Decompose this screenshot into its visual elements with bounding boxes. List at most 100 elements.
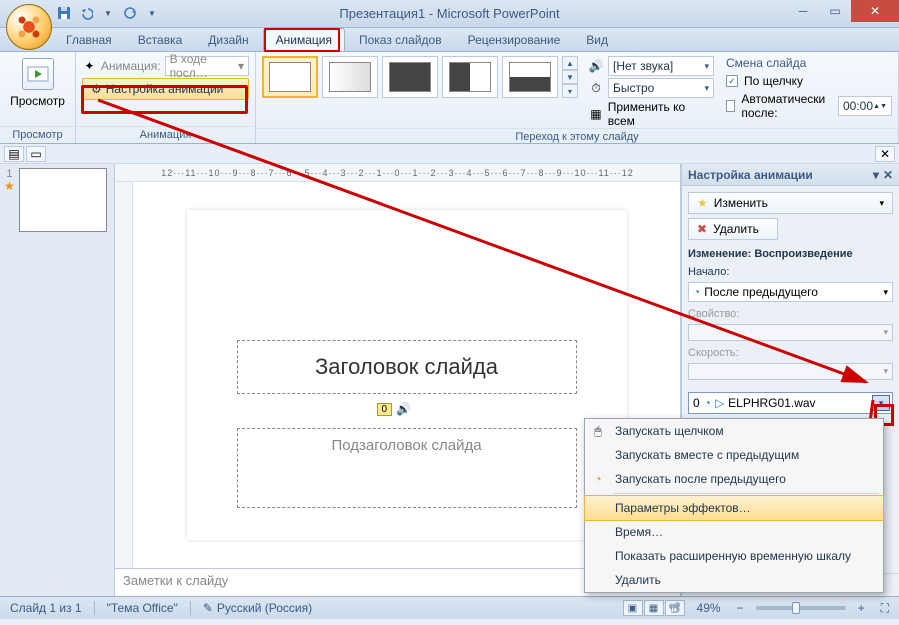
apply-all-button[interactable]: ▦Применить ко всем <box>588 100 714 128</box>
advance-header: Смена слайда <box>726 56 892 70</box>
status-language[interactable]: ✎Русский (Россия) <box>199 601 316 615</box>
normal-view[interactable]: ▣ <box>623 600 643 616</box>
onclick-checkbox[interactable]: ✓ <box>726 75 738 87</box>
subtitle-placeholder[interactable]: Подзаголовок слайда <box>237 428 577 508</box>
menu-separator <box>613 493 879 494</box>
zoom-slider[interactable] <box>756 606 846 610</box>
speed-label: Скорость: <box>688 347 893 359</box>
media-order: 0 <box>377 403 393 416</box>
effect-list-item[interactable]: 0 ◔ ▷ ELPHRG01.wav ▾ <box>688 392 893 414</box>
start-dropdown[interactable]: ◔После предыдущего▾ <box>688 282 893 302</box>
slides-panel: 1★ <box>0 164 115 596</box>
gallery-more[interactable]: ▾ <box>562 84 578 98</box>
fit-window[interactable]: ⛶ <box>877 601 893 616</box>
qat-customize-icon[interactable]: ▼ <box>143 4 161 22</box>
maximize-button[interactable]: ▭ <box>819 0 851 22</box>
animation-pane: Настройка анимации ▾✕ ★Изменить ▾ ✖Удали… <box>681 164 899 596</box>
animation-dropdown[interactable]: В ходе посл…▾ <box>165 56 249 76</box>
tab-design[interactable]: Дизайн <box>196 29 260 51</box>
menu-start-onclick[interactable]: 🖱Запускать щелчком <box>585 419 883 443</box>
gallery-down[interactable]: ▼ <box>562 70 578 84</box>
status-bar: Слайд 1 из 1 "Тема Office" ✎Русский (Рос… <box>0 596 899 619</box>
animation-indicator-icon: ★ <box>4 180 15 192</box>
transition-none[interactable] <box>262 56 318 98</box>
office-button[interactable] <box>6 4 52 50</box>
clock-icon: ◔ <box>693 285 700 299</box>
save-icon[interactable] <box>55 4 73 22</box>
tab-review[interactable]: Рецензирование <box>456 29 573 51</box>
delete-icon: ✖ <box>697 222 707 236</box>
menu-show-timeline[interactable]: Показать расширенную временную шкалу <box>585 544 883 568</box>
custom-animation-label: Настройка анимации <box>106 82 224 96</box>
animation-pane-body: ★Изменить ▾ ✖Удалить Изменение: Воспроиз… <box>682 186 899 573</box>
thumbnails-tab[interactable]: ▭ <box>26 146 46 162</box>
media-indicator: 0 🔊 <box>377 402 412 416</box>
apply-all-icon: ▦ <box>588 106 604 122</box>
gear-icon: ⚙ <box>91 82 102 96</box>
transition-options: 🔊[Нет звука]▾ ⏱Быстро▾ ▦Применить ко все… <box>588 56 714 128</box>
ribbon-group-animation: ✦ Анимация: В ходе посл…▾ ⚙ Настройка ан… <box>76 52 256 143</box>
tab-animation[interactable]: Анимация <box>263 28 345 51</box>
tab-slideshow[interactable]: Показ слайдов <box>347 29 454 51</box>
pane-close-icon[interactable]: ✕ <box>883 168 893 182</box>
speaker-icon: 🔊 <box>396 402 411 416</box>
status-theme: "Тема Office" <box>103 601 182 615</box>
undo-icon[interactable] <box>77 4 95 22</box>
speed-icon: ⏱ <box>588 80 604 96</box>
transition-split[interactable] <box>502 56 558 98</box>
transition-cut[interactable] <box>382 56 438 98</box>
custom-animation-button[interactable]: ⚙ Настройка анимации <box>82 78 249 100</box>
workspace: 1★ 12···11···10···9···8···7···6···5···4·… <box>0 164 899 596</box>
animation-pane-header: Настройка анимации ▾✕ <box>682 164 899 186</box>
menu-start-after[interactable]: ◔Запускать после предыдущего <box>585 467 883 491</box>
property-label: Свойство: <box>688 308 893 320</box>
menu-effect-options[interactable]: Параметры эффектов… <box>584 495 884 521</box>
pane-dropdown-icon[interactable]: ▾ <box>873 168 879 182</box>
minimize-button[interactable]: ─ <box>787 0 819 22</box>
qat-dropdown-icon[interactable]: ▼ <box>99 4 117 22</box>
auto-time-input[interactable]: 00:00▲▼ <box>838 96 892 116</box>
zoom-level[interactable]: 49% <box>693 601 725 615</box>
auto-label: Автоматически после: <box>741 92 832 120</box>
tab-view[interactable]: Вид <box>574 29 620 51</box>
status-slide: Слайд 1 из 1 <box>6 601 86 615</box>
star-icon: ★ <box>697 196 708 210</box>
sound-dropdown[interactable]: [Нет звука]▾ <box>608 56 714 76</box>
preview-button[interactable]: Просмотр <box>6 56 69 110</box>
effect-summary: Изменение: Воспроизведение <box>688 248 893 260</box>
ruler-horizontal: 12···11···10···9···8···7···6···5···4···3… <box>115 164 680 182</box>
tab-insert[interactable]: Вставка <box>126 29 195 51</box>
group-label-animation: Анимация <box>76 126 255 143</box>
preview-icon <box>22 58 54 90</box>
delete-effect-button[interactable]: ✖Удалить <box>688 218 778 240</box>
slide-canvas: Заголовок слайда 0 🔊 Подзаголовок слайда <box>187 210 627 540</box>
menu-start-with[interactable]: Запускать вместе с предыдущим <box>585 443 883 467</box>
zoom-out[interactable]: − <box>733 601 748 615</box>
group-label-preview: Просмотр <box>0 126 75 143</box>
menu-delete[interactable]: Удалить <box>585 568 883 592</box>
effect-name: ELPHRG01.wav <box>728 396 815 410</box>
effect-dropdown-button[interactable]: ▾ <box>872 395 890 411</box>
ribbon-group-transition: ▲ ▼ ▾ 🔊[Нет звука]▾ ⏱Быстро▾ ▦Применить … <box>256 52 899 143</box>
zoom-in[interactable]: + <box>854 601 869 615</box>
group-label-transition: Переход к этому слайду <box>256 128 898 145</box>
close-button[interactable]: ✕ <box>851 0 899 22</box>
transition-fade[interactable] <box>322 56 378 98</box>
redo-icon[interactable] <box>121 4 139 22</box>
slideshow-view[interactable]: 📽 <box>665 600 685 616</box>
transition-wipe[interactable] <box>442 56 498 98</box>
speed-dropdown[interactable]: Быстро▾ <box>608 78 714 98</box>
close-pane-button[interactable]: ✕ <box>875 146 895 162</box>
tab-home[interactable]: Главная <box>54 29 124 51</box>
sorter-view[interactable]: ▦ <box>644 600 664 616</box>
auto-checkbox[interactable] <box>726 100 735 112</box>
slide-thumbnail-1[interactable]: 1★ <box>4 168 110 232</box>
outline-tab[interactable]: ▤ <box>4 146 24 162</box>
ribbon-tabs: Главная Вставка Дизайн Анимация Показ сл… <box>0 28 899 52</box>
change-effect-button[interactable]: ★Изменить ▾ <box>688 192 893 214</box>
title-placeholder[interactable]: Заголовок слайда <box>237 340 577 394</box>
animation-icon: ✦ <box>82 58 97 74</box>
property-dropdown: ▾ <box>688 324 893 341</box>
gallery-up[interactable]: ▲ <box>562 56 578 70</box>
menu-timing[interactable]: Время… <box>585 520 883 544</box>
